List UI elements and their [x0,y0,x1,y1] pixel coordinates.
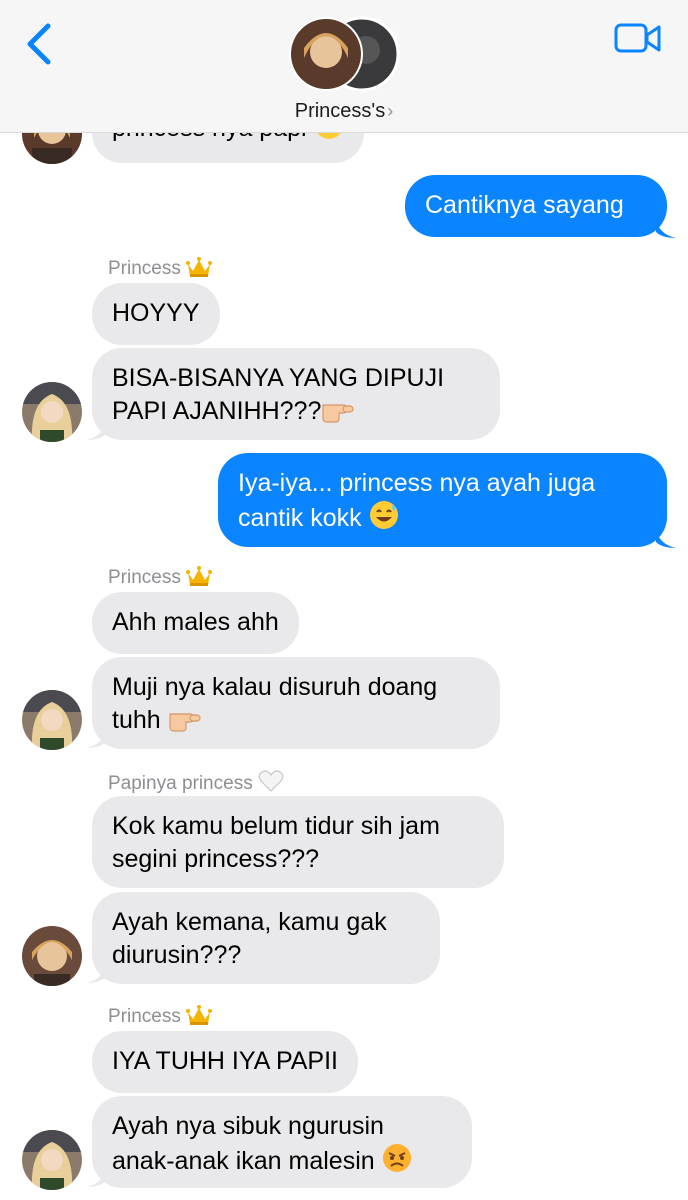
avatar-princess[interactable] [22,1130,82,1190]
message-bubble-outgoing[interactable]: Cantiknya sayang [405,175,667,237]
message-line: diurusin??? [112,941,242,969]
conversation-title[interactable]: Princess's › [0,100,688,123]
bubble-tail [656,218,676,238]
bubble-tail [86,1167,106,1187]
facetime-video-button[interactable] [614,22,662,56]
sender-label: Princess [108,1004,213,1032]
crown-icon [186,565,213,593]
message-bubble[interactable]: BISA-BISANYA YANG DIPUJI PAPI AJANIHH??? [92,348,500,440]
message-text: IYA TUHH IYA PAPII [112,1047,339,1075]
message-bubble[interactable]: Muji nya kalau disuruh doang tuhh [92,657,500,749]
white-heart-icon [258,769,284,799]
message-bubble[interactable]: HOYYY [92,283,220,345]
message-bubble[interactable]: IYA TUHH IYA PAPII [92,1031,359,1093]
avatar-papinya-princess[interactable] [22,926,82,986]
message-line: segini princess??? [112,845,320,873]
message-line: Kok kamu belum tidur sih jam [112,812,440,840]
message-text: Ahh males ahh [112,608,279,636]
group-avatar[interactable] [286,14,404,94]
bubble-tail [86,420,106,440]
angry-face-icon [382,1143,412,1182]
message-line: Ayah kemana, kamu gak [112,908,387,936]
message-line: PAPI AJANIHH??? [112,397,322,425]
message-bubble[interactable]: Kok kamu belum tidur sih jam segini prin… [92,796,504,888]
sender-label: Papinya princess [108,769,284,799]
sweat-smile-icon [369,500,399,539]
message-bubble-outgoing[interactable]: Iya-iya... princess nya ayah juga cantik… [218,453,667,547]
pointing-hand-icon [321,395,355,432]
message-line: tuhh [112,706,161,734]
back-button[interactable] [22,22,58,66]
sender-label: Princess [108,256,213,284]
message-text: HOYYY [112,299,200,327]
message-text: Cantiknya sayang [425,191,624,219]
bubble-tail [86,728,106,748]
message-line: Muji nya kalau disuruh doang [112,673,438,701]
video-camera-icon [614,23,661,53]
crown-icon [186,256,213,284]
avatar-princess[interactable] [22,690,82,750]
avatar-princess[interactable] [22,382,82,442]
message-bubble[interactable]: Ayah kemana, kamu gak diurusin??? [92,892,440,984]
message-bubble[interactable]: Ahh males ahh [92,592,299,654]
sender-label: Princess [108,565,213,593]
message-bubble[interactable]: Ayah nya sibuk ngurusin anak-anak ikan m… [92,1096,472,1188]
message-line: BISA-BISANYA YANG DIPUJI [112,364,445,392]
chevron-left-icon [27,23,51,65]
conversation-header: Princess's › [0,0,688,133]
message-line: Iya-iya... princess nya ayah juga [238,469,596,497]
message-line: Ayah nya sibuk ngurusin [112,1112,384,1140]
message-line: anak-anak ikan malesin [112,1147,375,1175]
bubble-tail [656,528,676,548]
message-list[interactable]: princess nya papi Cantiknya sayang Princ… [0,0,688,1200]
crown-icon [186,1004,213,1032]
bubble-tail [86,963,106,983]
pointing-hand-icon [168,704,202,741]
message-line: cantik kokk [238,504,362,532]
chevron-right-icon: › [387,101,394,121]
